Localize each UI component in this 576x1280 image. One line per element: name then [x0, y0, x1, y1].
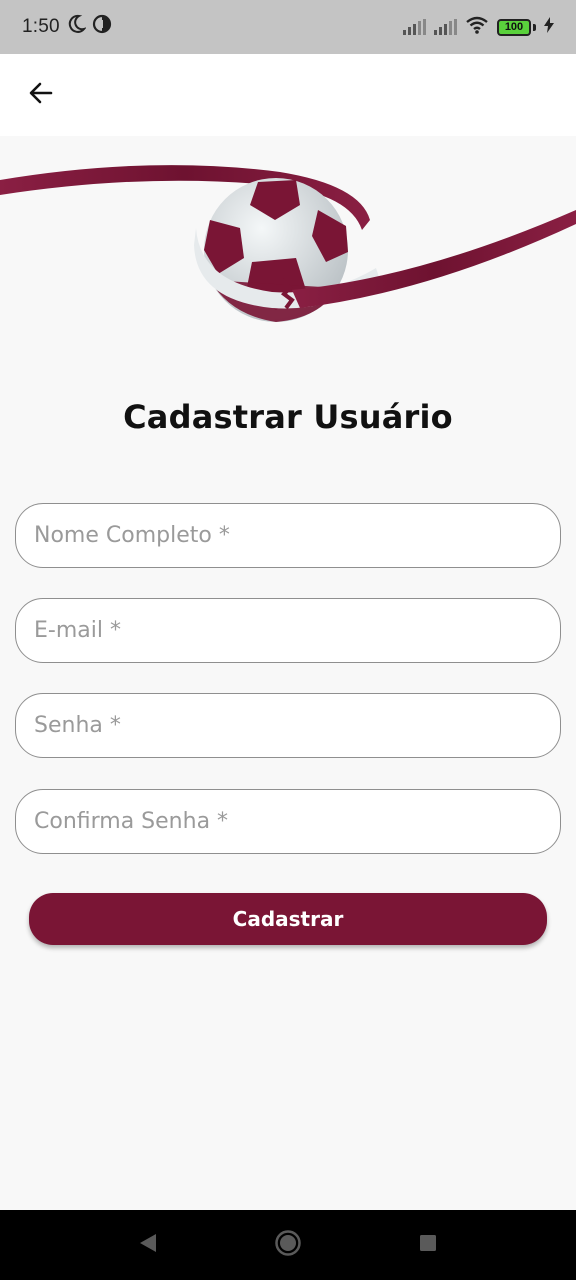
full-name-field[interactable] — [15, 503, 561, 568]
arrow-left-icon — [27, 79, 55, 112]
recents-square-icon — [419, 1234, 437, 1257]
charging-icon — [544, 16, 554, 38]
password-field[interactable] — [15, 693, 561, 758]
password-input[interactable] — [34, 713, 542, 738]
hero-logo — [0, 150, 576, 340]
submit-button-label: Cadastrar — [232, 907, 344, 931]
email-field[interactable] — [15, 598, 561, 663]
confirm-password-input[interactable] — [34, 809, 542, 834]
status-left: 1:50 — [22, 14, 112, 40]
back-triangle-icon — [138, 1232, 158, 1259]
nav-back-button[interactable] — [128, 1225, 168, 1265]
battery-level: 100 — [497, 18, 531, 36]
nav-recents-button[interactable] — [408, 1225, 448, 1265]
signal-icon — [434, 19, 457, 35]
moon-icon — [66, 14, 87, 40]
soccer-ball-ribbon-logo — [0, 165, 576, 322]
home-circle-icon — [274, 1229, 302, 1262]
email-input[interactable] — [34, 618, 542, 643]
status-right: 100 — [403, 16, 554, 39]
signal-icon — [403, 19, 426, 35]
status-time: 1:50 — [22, 16, 60, 37]
confirm-password-field[interactable] — [15, 789, 561, 854]
system-nav-bar — [0, 1210, 576, 1280]
full-name-input[interactable] — [34, 523, 542, 548]
page-title: Cadastrar Usuário — [123, 398, 453, 436]
status-bar: 1:50 100 — [0, 0, 576, 54]
nav-home-button[interactable] — [268, 1225, 308, 1265]
back-button[interactable] — [20, 74, 62, 116]
battery-icon: 100 — [497, 18, 536, 36]
wifi-icon — [465, 16, 489, 39]
submit-button[interactable]: Cadastrar — [29, 893, 547, 945]
battery-tip — [533, 23, 536, 31]
data-saver-icon — [92, 14, 112, 40]
app-bar — [0, 54, 576, 136]
